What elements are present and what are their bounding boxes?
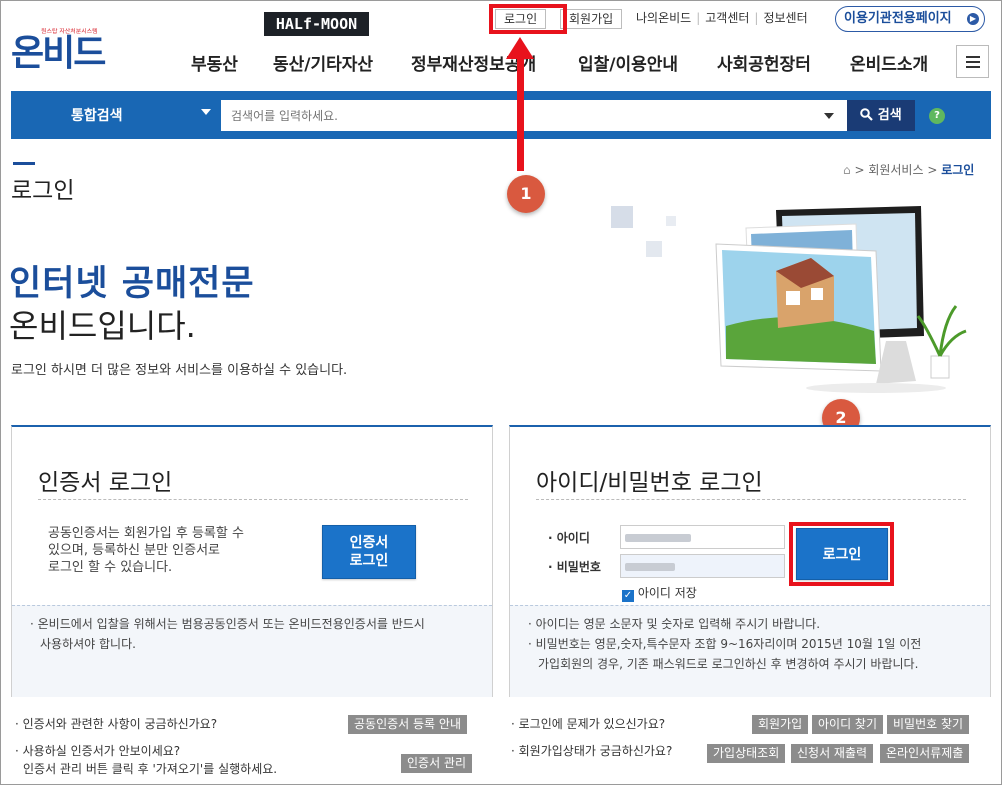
- nav-movables[interactable]: 동산/기타자산: [273, 50, 373, 75]
- caret-down-icon[interactable]: [201, 109, 211, 115]
- cert-missing-subtext: 인증서 관리 버튼 클릭 후 '가져오기'를 실행하세요.: [23, 762, 278, 776]
- id-label-text: 아이디: [556, 531, 590, 545]
- masked-password-value: [625, 563, 675, 571]
- cert-desc-line: 로그인 할 수 있습니다.: [48, 560, 173, 575]
- id-notice-line: 아이디는 영문 소문자 및 숫자로 입력해 주시기 바랍니다.: [535, 617, 821, 631]
- nav-about[interactable]: 온비드소개: [850, 50, 928, 75]
- cert-login-button[interactable]: 인증서 로그인: [322, 525, 416, 579]
- search-dropdown-caret-icon[interactable]: [824, 113, 834, 119]
- id-notice-box: · 아이디는 영문 소문자 및 숫자로 입력해 주시기 바랍니다. · 비밀번호…: [510, 605, 990, 697]
- hamburger-icon-line: [966, 61, 980, 63]
- search-category-select[interactable]: 통합검색: [71, 105, 123, 125]
- cert-login-button-label: 로그인: [349, 553, 389, 569]
- top-utility-links: 나의온비드 | 고객센터 | 정보센터: [636, 11, 808, 25]
- customer-center-link[interactable]: 고객센터: [705, 11, 749, 25]
- id-label: · 아이디: [548, 531, 590, 545]
- masked-id-value: [625, 534, 691, 542]
- intro-text: 로그인 하시면 더 많은 정보와 서비스를 이용하실 수 있습니다.: [11, 363, 348, 378]
- halfmoon-watermark: HALf-MOON: [264, 12, 369, 36]
- password-field[interactable]: [620, 554, 785, 578]
- cert-desc-line: 있으며, 등록하신 분만 인증서로: [48, 543, 221, 558]
- pw-label-text: 비밀번호: [556, 560, 601, 574]
- save-id-label: 아이디 저장: [637, 586, 697, 600]
- headline-primary: 인터넷 공매전문: [9, 264, 255, 304]
- pw-notice-line: 가입회원의 경우, 기존 패스워드로 로그인하신 후 변경하여 주시기 바랍니다…: [538, 657, 919, 671]
- cert-login-button-label: 인증서: [349, 535, 389, 551]
- cert-desc-line: 공동인증서는 회원가입 후 등록할 수: [48, 526, 244, 541]
- hamburger-icon: [966, 56, 980, 58]
- home-icon[interactable]: ⌂: [843, 163, 851, 177]
- search-button-label: 검색: [877, 108, 902, 123]
- info-center-link[interactable]: 정보센터: [763, 11, 807, 25]
- onbid-logo[interactable]: 원스탑 자산처분시스템 온비드: [11, 27, 111, 75]
- online-docs-button[interactable]: 온라인서류제출: [880, 744, 970, 763]
- login-problem-text: 로그인에 문제가 있으신가요?: [518, 717, 666, 731]
- breadcrumb-current: 로그인: [941, 163, 975, 177]
- pw-notice-line: 비밀번호는 영문,숫자,특수문자 조합 9~16자리이며 2015년 10월 1…: [535, 637, 922, 651]
- breadcrumb: ⌂ > 회원서비스 > 로그인: [843, 163, 975, 177]
- search-button[interactable]: 검색: [847, 100, 915, 131]
- annotation-arrow-1-shaft: [517, 53, 524, 171]
- login-link-highlight: [489, 4, 567, 34]
- hamburger-menu-button[interactable]: [956, 45, 989, 78]
- login-button-highlight: [789, 522, 894, 586]
- id-login-title: 아이디/비밀번호 로그인: [536, 470, 763, 496]
- search-icon: [860, 108, 874, 121]
- search-bar: 통합검색 검색 ?: [11, 91, 991, 139]
- save-id-checkbox[interactable]: ✓ 아이디 저장: [622, 584, 697, 602]
- nav-social-market[interactable]: 사회공헌장터: [717, 50, 811, 75]
- monitor-illustration: [611, 206, 967, 393]
- join-status-question: · 회원가입상태가 궁금하신가요?: [511, 744, 673, 758]
- cert-help-question: · 인증서와 관련한 사항이 궁금하신가요?: [15, 717, 218, 731]
- logo-text: 온비드: [11, 33, 106, 74]
- id-notice: · 아이디는 영문 소문자 및 숫자로 입력해 주시기 바랍니다. · 비밀번호…: [528, 614, 983, 674]
- nav-bid-guide[interactable]: 입찰/이용안내: [578, 50, 678, 75]
- cert-missing-text: 사용하실 인증서가 안보이세요?: [22, 744, 181, 758]
- join-link[interactable]: 회원가입: [560, 9, 623, 29]
- cert-manage-button[interactable]: 인증서 관리: [401, 754, 473, 773]
- divider: [38, 499, 468, 500]
- cert-notice: · 온비드에서 입찰을 위해서는 범용공동인증서 또는 온비드전용인증서를 반드…: [30, 614, 480, 654]
- headline-secondary: 온비드입니다.: [9, 307, 196, 345]
- title-accent-bar: [13, 162, 35, 165]
- cert-login-panel: 인증서 로그인 공동인증서는 회원가입 후 등록할 수 있으며, 등록하신 분만…: [11, 425, 493, 697]
- page-title: 로그인: [11, 178, 75, 204]
- nav-real-estate[interactable]: 부동산: [191, 50, 238, 75]
- cert-login-title: 인증서 로그인: [38, 470, 173, 496]
- join-button[interactable]: 회원가입: [752, 715, 809, 734]
- cert-notice-box: · 온비드에서 입찰을 위해서는 범용공동인증서 또는 온비드전용인증서를 반드…: [12, 605, 492, 697]
- cert-notice-line: 온비드에서 입찰을 위해서는 범용공동인증서 또는 온비드전용인증서를 반드시: [37, 617, 425, 631]
- step-marker-1: 1: [507, 175, 545, 213]
- divider: [536, 499, 966, 500]
- id-field[interactable]: [620, 525, 785, 549]
- arrow-up-icon: [506, 37, 534, 59]
- find-password-button[interactable]: 비밀번호 찾기: [887, 715, 970, 734]
- cert-register-guide-button[interactable]: 공동인증서 등록 안내: [348, 715, 467, 734]
- pw-label: · 비밀번호: [548, 560, 601, 574]
- breadcrumb-member-service[interactable]: 회원서비스: [868, 163, 923, 177]
- id-login-panel: 아이디/비밀번호 로그인 · 아이디 · 비밀번호 ✓ 아이디 저장 로그인 ·…: [509, 425, 991, 697]
- agency-page-label: 이용기관전용페이지: [844, 11, 952, 26]
- join-status-button[interactable]: 가입상태조회: [707, 744, 786, 763]
- login-problem-question: · 로그인에 문제가 있으신가요?: [511, 717, 666, 731]
- reprint-application-button[interactable]: 신청서 재출력: [791, 744, 874, 763]
- my-onbid-link[interactable]: 나의온비드: [636, 11, 691, 25]
- cert-missing-question: · 사용하실 인증서가 안보이세요? 인증서 관리 버튼 클릭 후 '가져오기'…: [15, 744, 278, 776]
- search-help-icon[interactable]: ?: [929, 108, 945, 124]
- find-id-button[interactable]: 아이디 찾기: [812, 715, 884, 734]
- hamburger-icon-line: [966, 66, 980, 68]
- cert-notice-line: 사용하셔야 합니다.: [40, 637, 136, 651]
- search-input[interactable]: [221, 100, 851, 131]
- agency-page-button[interactable]: 이용기관전용페이지 ▶: [835, 6, 985, 32]
- chevron-right-icon: ▶: [967, 13, 979, 25]
- join-status-text: 회원가입상태가 궁금하신가요?: [518, 744, 673, 758]
- cert-help-text: 인증서와 관련한 사항이 궁금하신가요?: [22, 717, 218, 731]
- checkbox-checked-icon[interactable]: ✓: [622, 590, 634, 602]
- cert-description: 공동인증서는 회원가입 후 등록할 수 있으며, 등록하신 분만 인증서로 로그…: [48, 525, 244, 576]
